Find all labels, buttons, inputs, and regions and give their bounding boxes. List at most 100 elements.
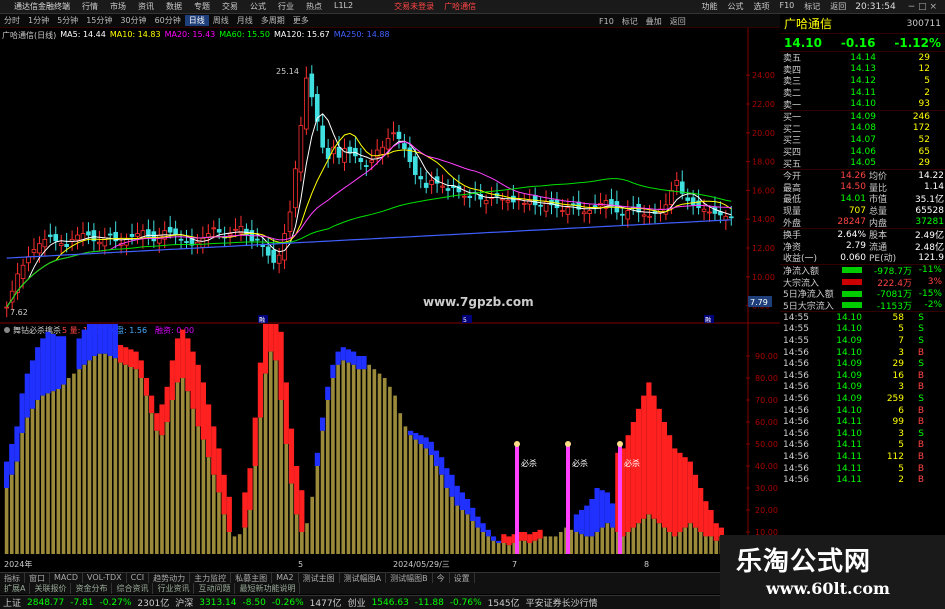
red-bar: [527, 534, 533, 543]
row-volume: 172: [912, 123, 930, 134]
flow-pct: -11%: [918, 265, 942, 276]
period-tab[interactable]: 多周期: [257, 15, 289, 26]
indicator-tab[interactable]: 私募主图: [231, 573, 273, 583]
olive-bar: [211, 474, 216, 554]
period-tab[interactable]: 5分钟: [53, 15, 82, 26]
tick-cell: 14.10: [836, 347, 862, 358]
chart-tool-button[interactable]: 返回: [666, 16, 690, 27]
price-tick: 10.00: [752, 273, 775, 282]
chart-tool-button[interactable]: 叠加: [642, 16, 666, 27]
tick-cell: 6: [898, 405, 904, 416]
right-menu-item[interactable]: F10: [774, 1, 799, 12]
candle-body: [184, 241, 189, 243]
period-tab[interactable]: 15分钟: [82, 15, 116, 26]
menu-item[interactable]: 数据: [160, 1, 188, 12]
indicator-tab[interactable]: 测试幅图B: [386, 573, 433, 583]
right-menu-item[interactable]: 返回: [825, 1, 851, 12]
menu-item[interactable]: L1L2: [328, 1, 359, 12]
olive-bar: [341, 360, 346, 554]
indicator-tab[interactable]: 测试幅图A: [340, 573, 387, 583]
menu-item[interactable]: 公式: [244, 1, 272, 12]
olive-bar: [196, 426, 201, 554]
stock-tab[interactable]: 广哈通信: [439, 1, 481, 12]
menu-item[interactable]: 资讯: [132, 1, 160, 12]
flow-pct: 3%: [927, 277, 942, 288]
indicator-tab[interactable]: 指标: [0, 573, 25, 583]
right-menu-item[interactable]: 功能: [696, 1, 722, 12]
olive-bar: [274, 360, 278, 554]
indicator-tab[interactable]: 窗口: [25, 573, 50, 583]
status-item: -0.76%: [449, 597, 482, 608]
quote-header: 广哈通信 300711: [780, 14, 945, 34]
chart-tool-button[interactable]: F10: [595, 17, 618, 26]
blue-bar: [4, 461, 10, 488]
info-tab[interactable]: 行业资讯: [153, 583, 195, 594]
stock-code: 300711: [906, 18, 941, 29]
period-tab[interactable]: 30分钟: [116, 15, 150, 26]
info-tab[interactable]: 资金分布: [71, 583, 113, 594]
menu-item[interactable]: 行业: [272, 1, 300, 12]
sell-level: 卖五 14.14 29: [780, 52, 945, 64]
olive-bar: [419, 444, 423, 554]
chart-tool-button[interactable]: 标记: [618, 16, 642, 27]
menu-item[interactable]: 热点: [300, 1, 328, 12]
login-status[interactable]: 交易未登录: [389, 1, 439, 12]
menu-item[interactable]: 行情: [76, 1, 104, 12]
indicator-chart[interactable]: 舞钻必杀擒杀5 量: 13.97大盘: 1.56融资: 0.0090.0080.…: [0, 324, 780, 570]
period-tab[interactable]: 日线: [184, 15, 209, 26]
status-item: 1546.63: [371, 597, 409, 608]
period-tab[interactable]: 60分钟: [151, 15, 185, 26]
right-menu-item[interactable]: 选项: [748, 1, 774, 12]
info-tab[interactable]: 关联报价: [30, 583, 72, 594]
olive-bar: [175, 382, 180, 554]
status-item: -8.50: [242, 597, 266, 608]
period-tab[interactable]: 更多: [289, 15, 313, 26]
blue-bar: [29, 360, 36, 409]
info-tab[interactable]: 互动问题: [194, 583, 236, 594]
menu-item[interactable]: 交易: [216, 1, 244, 12]
info-tab[interactable]: 最短新功能说明: [235, 583, 301, 594]
olive-bar: [201, 439, 206, 554]
candle-body: [173, 228, 178, 236]
stat-b: 0.060: [840, 252, 866, 263]
red-bar: [268, 324, 274, 352]
window-controls[interactable]: − □ ×: [900, 2, 945, 12]
candle-body: [4, 306, 10, 309]
olive-bar: [98, 353, 102, 554]
indicator-tab[interactable]: MA2: [272, 573, 299, 583]
olive-bar: [553, 536, 558, 554]
indicator-tab[interactable]: 今: [433, 573, 450, 583]
olive-bar: [258, 417, 263, 554]
olive-bar: [237, 534, 242, 554]
indicator-tab[interactable]: 趋势动力: [149, 573, 191, 583]
red-bar: [247, 468, 253, 510]
menu-item[interactable]: 专题: [188, 1, 216, 12]
tick-cell: 14.09: [836, 382, 862, 393]
candle-body: [129, 233, 135, 237]
period-tab[interactable]: 分时: [0, 15, 24, 26]
right-menu-item[interactable]: 标记: [799, 1, 825, 12]
indicator-tab[interactable]: 测试主图: [299, 573, 340, 583]
menu-item[interactable]: 市场: [104, 1, 132, 12]
indicator-tab[interactable]: 主力监控: [190, 573, 232, 583]
info-tab[interactable]: 扩展A: [0, 583, 31, 594]
red-bar: [226, 496, 232, 532]
candle-body: [86, 231, 91, 236]
indicator-tab[interactable]: MACD: [50, 573, 83, 583]
olive-bar: [559, 532, 563, 554]
tick-cell: 5: [898, 463, 904, 474]
blue-bar: [112, 324, 118, 359]
info-tab[interactable]: 综合资讯: [112, 583, 154, 594]
indicator-tab[interactable]: 设置: [450, 573, 475, 583]
blue-bar: [86, 324, 93, 361]
kline-chart[interactable]: 24.00 22.00 20.00 18.00 16.00 14.00 12.00 10.00…: [0, 28, 780, 324]
period-tab[interactable]: 月线: [233, 15, 257, 26]
period-tab[interactable]: 1分钟: [24, 15, 53, 26]
status-item: -7.81: [70, 597, 94, 608]
period-tab[interactable]: 周线: [209, 15, 233, 26]
olive-bar: [667, 532, 672, 554]
right-menu-item[interactable]: 公式: [722, 1, 748, 12]
indicator-tab[interactable]: VOL-TDX: [83, 573, 127, 583]
indicator-tab[interactable]: CCI: [127, 573, 150, 583]
fund-flow-row: 净流入额 -978.7万 -11%: [780, 265, 945, 276]
